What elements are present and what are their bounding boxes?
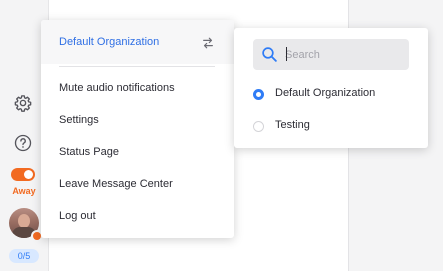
switch-arrows-icon [203, 37, 213, 49]
toggle-knob [24, 170, 33, 179]
gear-icon[interactable] [14, 94, 32, 112]
search-box[interactable] [253, 39, 409, 70]
search-input[interactable] [285, 45, 403, 64]
status-page-menu-item[interactable]: Status Page [59, 146, 119, 158]
away-status-toggle[interactable] [11, 168, 35, 181]
organization-menu-item[interactable]: Default Organization [41, 20, 234, 64]
radio-unselected[interactable] [253, 121, 264, 132]
organization-option-label: Testing [275, 119, 310, 131]
chat-count-badge: 0/5 [9, 249, 39, 263]
organization-switcher: Default Organization Testing [234, 28, 428, 148]
text-cursor [286, 47, 287, 61]
log-out-menu-item[interactable]: Log out [59, 210, 96, 222]
help-circle-icon[interactable] [14, 134, 32, 152]
settings-menu-item[interactable]: Settings [59, 114, 99, 126]
organization-label: Default Organization [59, 36, 160, 48]
account-menu: Default Organization Mute audio notifica… [41, 20, 234, 238]
organization-option-label: Default Organization [275, 87, 376, 99]
search-icon [262, 47, 277, 62]
radio-selected[interactable] [253, 89, 264, 100]
avatar-face [18, 214, 30, 228]
mute-audio-menu-item[interactable]: Mute audio notifications [59, 82, 175, 94]
app-root: Away 0/5 Default Organization Mute audio… [0, 0, 443, 271]
leave-message-center-menu-item[interactable]: Leave Message Center [59, 178, 173, 190]
menu-divider [59, 66, 215, 67]
